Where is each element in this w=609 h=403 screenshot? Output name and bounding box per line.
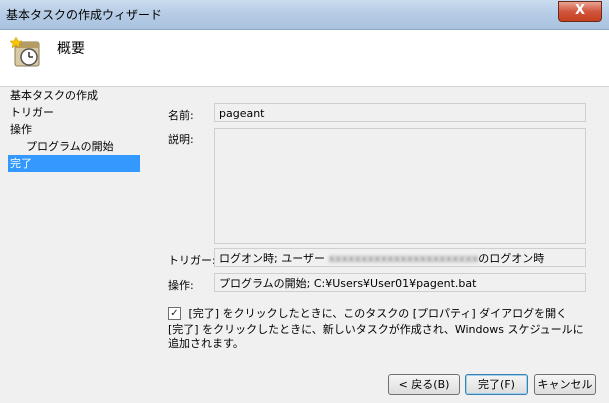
name-value: pageant bbox=[219, 107, 265, 120]
trigger-prefix: ログオン時; ユーザー bbox=[219, 252, 325, 265]
trigger-field: ログオン時; ユーザー xxxxxxxxxxxxxxxxxxxxxxxのログオン… bbox=[214, 248, 586, 267]
open-properties-option[interactable]: ✓ [完了] をクリックしたときに、このタスクの [プロパティ] ダイアログを開… bbox=[168, 305, 567, 321]
trigger-suffix: のログオン時 bbox=[478, 252, 545, 265]
step-trigger[interactable]: トリガー bbox=[8, 104, 140, 121]
wizard-header: 概要 bbox=[0, 30, 609, 87]
close-icon: X bbox=[574, 3, 586, 18]
step-start-program[interactable]: プログラムの開始 bbox=[8, 138, 140, 155]
close-button[interactable]: X bbox=[558, 1, 602, 22]
action-field: プログラムの開始; C:¥Users¥User01¥pagent.bat bbox=[214, 273, 586, 292]
name-label: 名前: bbox=[168, 109, 194, 122]
finish-button[interactable]: 完了(F) bbox=[465, 374, 528, 395]
name-field: pageant bbox=[214, 103, 586, 122]
title-bar: 基本タスクの作成ウィザード X bbox=[0, 0, 609, 30]
wizard-step-list: 基本タスクの作成 トリガー 操作 プログラムの開始 完了 bbox=[8, 87, 140, 172]
step-create-basic-task[interactable]: 基本タスクの作成 bbox=[8, 87, 140, 104]
open-properties-checkbox[interactable]: ✓ bbox=[168, 306, 181, 320]
open-properties-label: [完了] をクリックしたときに、このタスクの [プロパティ] ダイアログを開く bbox=[188, 307, 568, 320]
task-scheduler-clock-icon bbox=[10, 36, 40, 67]
page-title: 概要 bbox=[57, 41, 85, 57]
description-label: 説明: bbox=[168, 133, 194, 146]
back-button[interactable]: < 戻る(B) bbox=[388, 374, 460, 395]
trigger-user-redacted: xxxxxxxxxxxxxxxxxxxxxxx bbox=[328, 252, 479, 265]
step-action[interactable]: 操作 bbox=[8, 121, 140, 138]
step-finish[interactable]: 完了 bbox=[8, 155, 140, 172]
finish-info-text: [完了] をクリックしたときに、新しいタスクが作成され、Windows スケジュ… bbox=[168, 323, 584, 350]
action-label: 操作: bbox=[168, 279, 194, 292]
cancel-button[interactable]: キャンセル bbox=[534, 374, 596, 395]
trigger-label: トリガー: bbox=[168, 254, 216, 267]
window-title: 基本タスクの作成ウィザード bbox=[6, 8, 163, 22]
wizard-body: 基本タスクの作成 トリガー 操作 プログラムの開始 完了 名前: pageant… bbox=[0, 87, 609, 403]
checkmark-icon: ✓ bbox=[170, 307, 179, 319]
action-value: プログラムの開始; C:¥Users¥User01¥pagent.bat bbox=[219, 277, 477, 290]
description-field bbox=[214, 128, 586, 244]
